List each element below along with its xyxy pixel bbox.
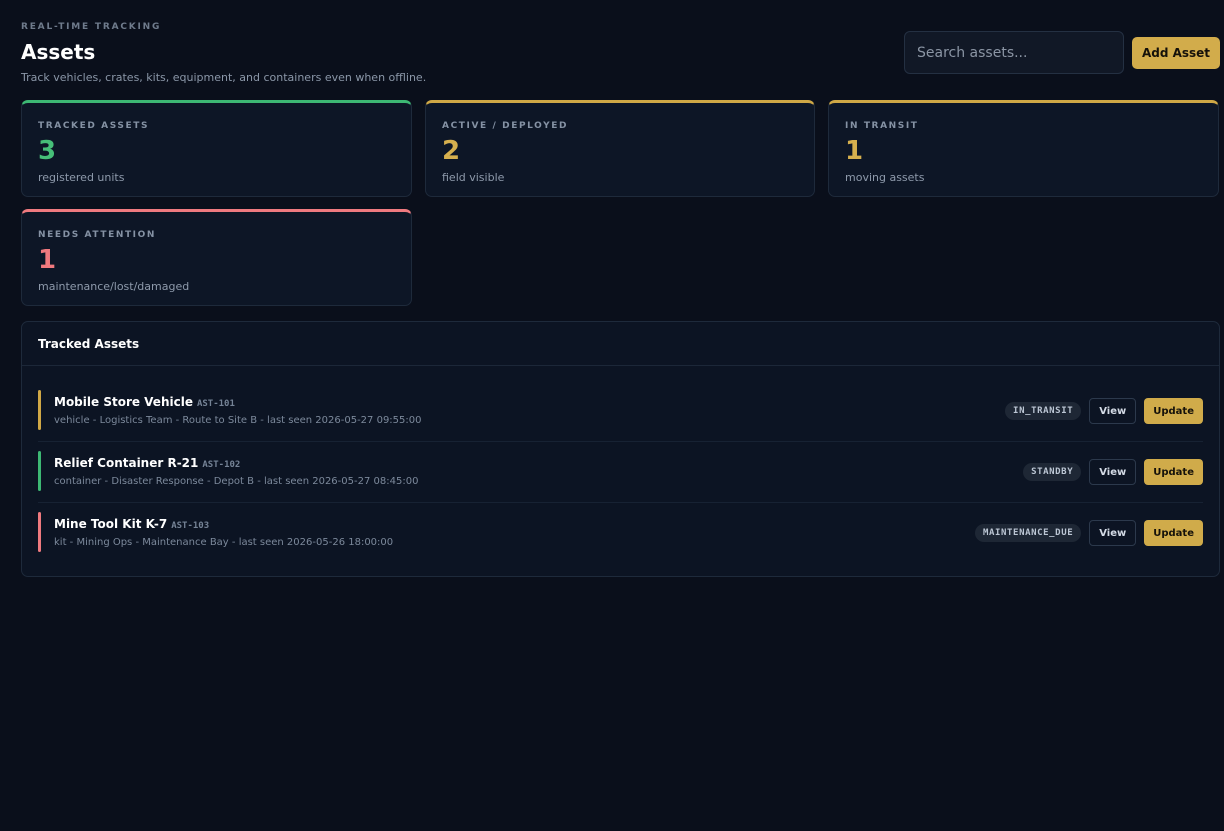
panel-title: Tracked Assets [22,322,1219,366]
asset-name-text: Mine Tool Kit K-7 [54,517,168,531]
stat-card-active-deployed: ACTIVE / DEPLOYED 2 field visible [425,100,815,197]
update-button[interactable]: Update [1144,520,1203,546]
stat-caption: registered units [38,171,125,184]
stat-label: ACTIVE / DEPLOYED [442,121,569,131]
stat-caption: moving assets [845,171,925,184]
asset-meta: container - Disaster Response - Depot B … [54,476,419,487]
view-button[interactable]: View [1089,520,1137,546]
stat-label: IN TRANSIT [845,121,919,131]
asset-row: Relief Container R-21 AST-102 container -… [38,442,1203,503]
asset-code: AST-102 [202,460,241,470]
search-input[interactable] [904,31,1124,74]
stat-value: 1 [38,245,57,275]
asset-name: Mine Tool Kit K-7 AST-103 [54,517,209,531]
view-button[interactable]: View [1089,398,1137,424]
asset-name-text: Mobile Store Vehicle [54,395,193,409]
status-accent-bar [38,512,41,552]
row-actions: MAINTENANCE_DUE View Update [974,520,1203,546]
update-button[interactable]: Update [1144,459,1203,485]
stat-card-tracked-assets: TRACKED ASSETS 3 registered units [21,100,412,197]
asset-name: Mobile Store Vehicle AST-101 [54,395,235,409]
row-actions: IN_TRANSIT View Update [1005,398,1203,424]
stat-card-needs-attention: NEEDS ATTENTION 1 maintenance/lost/damag… [21,209,412,306]
asset-row: Mine Tool Kit K-7 AST-103 kit - Mining Op… [38,503,1203,564]
status-accent-bar [38,390,41,430]
asset-code: AST-103 [171,521,210,531]
asset-meta: kit - Mining Ops - Maintenance Bay - las… [54,537,394,548]
stat-value: 1 [845,136,864,166]
update-button[interactable]: Update [1144,398,1203,424]
tracked-assets-panel: Tracked Assets Mobile Store Vehicle AST-1… [21,321,1220,577]
stat-label: TRACKED ASSETS [38,121,150,131]
row-actions: STANDBY View Update [1023,459,1203,485]
view-button[interactable]: View [1089,459,1137,485]
asset-list: Mobile Store Vehicle AST-101 vehicle - Lo… [22,366,1219,564]
asset-name-text: Relief Container R-21 [54,456,199,470]
assets-page: REAL-TIME TRACKING Assets Track vehicles… [0,0,1224,831]
page-header: REAL-TIME TRACKING Assets Track vehicles… [21,0,1220,100]
stat-value: 2 [442,136,461,166]
status-accent-bar [38,451,41,491]
asset-code: AST-101 [196,399,235,409]
stat-card-in-transit: IN TRANSIT 1 moving assets [828,100,1219,197]
asset-row: Mobile Store Vehicle AST-101 vehicle - Lo… [38,381,1203,442]
status-badge: STANDBY [1023,463,1082,481]
add-asset-button[interactable]: Add Asset [1132,37,1220,69]
page-subtitle: Track vehicles, crates, kits, equipment,… [21,71,427,84]
stat-caption: maintenance/lost/damaged [38,280,190,293]
stat-caption: field visible [442,171,505,184]
stat-cards: TRACKED ASSETS 3 registered units ACTIVE… [21,100,1220,306]
stat-label: NEEDS ATTENTION [38,230,157,240]
stat-value: 3 [38,136,57,166]
page-eyebrow: REAL-TIME TRACKING [21,22,162,32]
status-badge: MAINTENANCE_DUE [974,524,1082,542]
page-title: Assets [21,40,96,64]
asset-name: Relief Container R-21 AST-102 [54,456,240,470]
asset-meta: vehicle - Logistics Team - Route to Site… [54,415,422,426]
status-badge: IN_TRANSIT [1005,402,1082,420]
